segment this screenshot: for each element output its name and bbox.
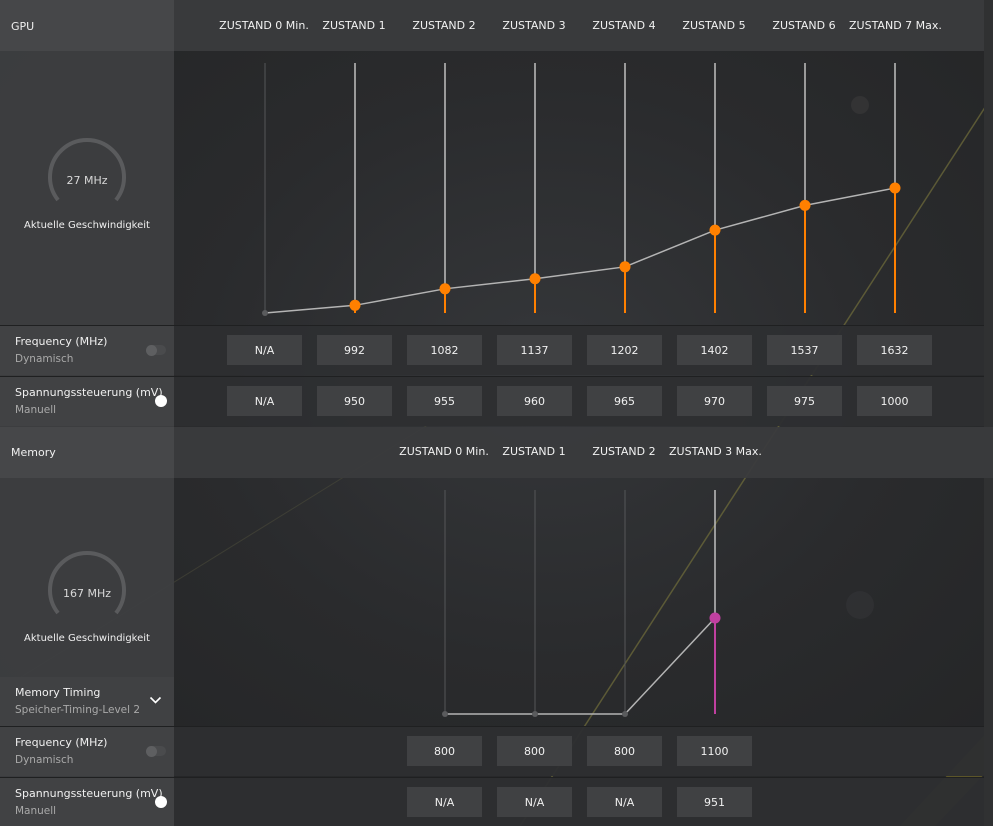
memory-voltage-cell[interactable]: N/A <box>497 787 572 817</box>
memory-gauge-value: 167 MHz <box>62 587 112 600</box>
memory-state-chart <box>442 490 721 717</box>
gpu-voltage-cell[interactable]: 1000 <box>857 386 932 416</box>
memory-state-label: ZUSTAND 1 <box>502 445 566 458</box>
gpu-state-label: ZUSTAND 0 Min. <box>219 19 309 32</box>
gpu-frequency-label: Frequency (MHz) <box>15 335 108 348</box>
gpu-voltage-toggle[interactable] <box>151 395 171 407</box>
gpu-state-chart <box>262 63 901 316</box>
memory-voltage-cell[interactable]: N/A <box>407 787 482 817</box>
memory-voltage-cell[interactable]: 951 <box>677 787 752 817</box>
toggle-knob <box>155 796 167 808</box>
state-point[interactable] <box>532 711 538 717</box>
memory-state-label: ZUSTAND 0 Min. <box>399 445 489 458</box>
memory-frequency-cell[interactable]: 1100 <box>677 736 752 766</box>
state-point[interactable] <box>529 273 541 285</box>
gpu-frequency-mode: Dynamisch <box>15 353 74 365</box>
memory-title: Memory <box>11 446 56 459</box>
memory-frequency-mode: Dynamisch <box>15 754 74 766</box>
gpu-frequency-cell[interactable]: 1202 <box>587 335 662 365</box>
gpu-state-label: ZUSTAND 7 Max. <box>849 19 942 32</box>
state-curve <box>445 617 716 715</box>
memory-voltage-label-area <box>0 777 174 826</box>
gpu-gauge-value: 27 MHz <box>66 174 108 187</box>
memory-timing-label: Memory Timing <box>15 686 101 699</box>
state-point[interactable] <box>799 199 811 211</box>
gpu-voltage-cell[interactable]: 950 <box>317 386 392 416</box>
gpu-state-label: ZUSTAND 3 <box>502 19 566 32</box>
chevron-down-icon[interactable] <box>149 696 162 705</box>
memory-voltage-toggle[interactable] <box>151 796 171 808</box>
state-point[interactable] <box>349 299 361 311</box>
gpu-voltage-mode: Manuell <box>15 404 57 416</box>
state-point[interactable] <box>442 711 448 717</box>
gpu-voltage-label: Spannungssteuerung (mV) <box>15 386 163 399</box>
state-point[interactable] <box>622 711 628 717</box>
gpu-voltage-cell[interactable]: 960 <box>497 386 572 416</box>
state-point[interactable] <box>262 310 268 316</box>
memory-frequency-cell[interactable]: 800 <box>497 736 572 766</box>
gpu-frequency-cell[interactable]: 1137 <box>497 335 572 365</box>
memory-state-label: ZUSTAND 2 <box>592 445 656 458</box>
memory-voltage-cell[interactable]: N/A <box>587 787 662 817</box>
gpu-voltage-cell[interactable]: 965 <box>587 386 662 416</box>
scrollbar-track[interactable] <box>984 0 993 826</box>
memory-frequency-cell[interactable]: 800 <box>587 736 662 766</box>
gpu-frequency-cell[interactable]: 1537 <box>767 335 842 365</box>
gpu-frequency-cell[interactable]: 1632 <box>857 335 932 365</box>
gpu-state-label: ZUSTAND 1 <box>322 19 386 32</box>
gpu-state-label: ZUSTAND 6 <box>772 19 836 32</box>
state-point[interactable] <box>619 261 631 273</box>
state-point[interactable] <box>709 612 721 624</box>
gpu-voltage-cell[interactable]: 975 <box>767 386 842 416</box>
gpu-voltage-cell[interactable]: 970 <box>677 386 752 416</box>
gpu-state-label: ZUSTAND 2 <box>412 19 476 32</box>
memory-state-label: ZUSTAND 3 Max. <box>669 445 762 458</box>
memory-voltage-label: Spannungssteuerung (mV) <box>15 787 163 800</box>
gpu-frequency-cell[interactable]: 1402 <box>677 335 752 365</box>
gpu-state-label: ZUSTAND 4 <box>592 19 656 32</box>
gpu-voltage-label-area <box>0 376 174 426</box>
memory-frequency-cell[interactable]: 800 <box>407 736 482 766</box>
memory-frequency-toggle[interactable] <box>146 745 166 757</box>
state-point[interactable] <box>439 283 451 295</box>
memory-gauge-caption: Aktuelle Geschwindigkeit <box>24 633 150 644</box>
gpu-frequency-cell[interactable]: 992 <box>317 335 392 365</box>
gpu-frequency-toggle[interactable] <box>146 344 166 356</box>
state-point[interactable] <box>709 224 721 236</box>
toggle-knob <box>155 395 167 407</box>
memory-timing-dropdown[interactable] <box>0 677 174 726</box>
memory-timing-value: Speicher-Timing-Level 2 <box>15 704 141 716</box>
gpu-frequency-cell[interactable]: N/A <box>227 335 302 365</box>
memory-voltage-mode: Manuell <box>15 805 57 817</box>
memory-gauge-icon <box>48 551 126 615</box>
gpu-gauge-icon <box>48 138 126 202</box>
toggle-knob <box>146 344 157 356</box>
gpu-gauge-caption: Aktuelle Geschwindigkeit <box>24 220 150 231</box>
gpu-state-label: ZUSTAND 5 <box>682 19 746 32</box>
state-point[interactable] <box>889 182 901 194</box>
gpu-voltage-cell[interactable]: 955 <box>407 386 482 416</box>
memory-frequency-label: Frequency (MHz) <box>15 736 108 749</box>
gpu-frequency-cell[interactable]: 1082 <box>407 335 482 365</box>
gpu-voltage-cell[interactable]: N/A <box>227 386 302 416</box>
gpu-title: GPU <box>11 20 35 33</box>
toggle-knob <box>146 745 157 757</box>
